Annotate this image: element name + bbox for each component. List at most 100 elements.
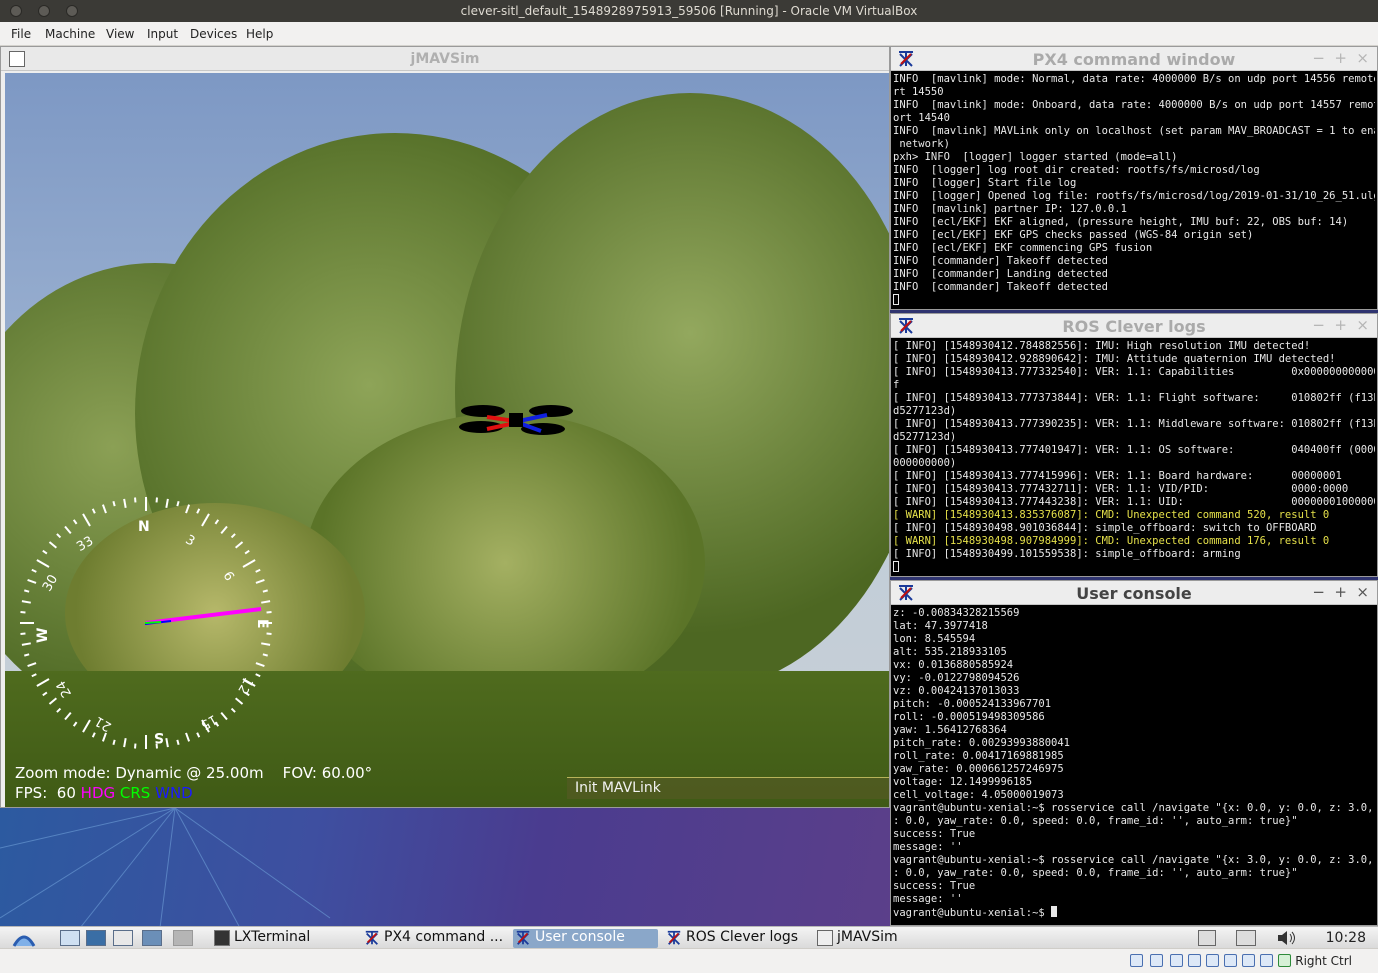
network-status-icon[interactable] <box>1236 930 1256 946</box>
desktop-switcher-icon[interactable] <box>142 930 162 946</box>
taskbar-clock[interactable]: 10:28 <box>1326 930 1366 946</box>
course-needle <box>144 621 162 624</box>
compass-tick <box>185 504 191 514</box>
optical-drive-icon[interactable] <box>1150 954 1163 967</box>
menu-file[interactable]: File <box>11 27 31 41</box>
compass-label-24: 24 <box>54 678 75 700</box>
network-adapter-icon[interactable] <box>1188 954 1201 967</box>
terminal-line: success: True <box>893 828 976 840</box>
host-menu-bar: File Machine View Input Devices Help <box>0 22 1378 46</box>
menu-devices[interactable]: Devices <box>190 27 237 41</box>
px4-close-button[interactable]: × <box>1356 49 1369 67</box>
terminal-line: [ WARN] [1548930413.835376087]: CMD: Une… <box>893 509 1330 521</box>
volume-icon[interactable] <box>1276 930 1298 946</box>
terminal-line: f <box>893 379 900 391</box>
tree-foliage <box>305 413 705 713</box>
terminal-cursor <box>893 561 899 572</box>
file-manager-icon[interactable] <box>60 930 80 946</box>
jmavsim-title: jMAVSim <box>410 51 480 67</box>
desktop-switcher-icon-2[interactable] <box>173 930 193 946</box>
compass-tick <box>255 568 261 573</box>
console-prompt-line[interactable]: vagrant@ubuntu-xenial:~$ <box>893 906 1375 920</box>
terminal-line: : 0.0, yaw_rate: 0.0, speed: 0.0, frame_… <box>893 815 1298 827</box>
console-close-button[interactable]: × <box>1356 583 1369 601</box>
compass-tick <box>176 739 180 745</box>
mavlink-status: Init MAVLink <box>567 777 889 799</box>
px4-maximize-button[interactable]: + <box>1334 49 1347 67</box>
task-ros-logs[interactable]: ROS Clever logs <box>664 929 809 948</box>
px4-terminal-output[interactable]: INFO [mavlink] mode: Normal, data rate: … <box>893 73 1375 307</box>
host-key-label: Right Ctrl <box>1295 954 1352 968</box>
video-capture-icon[interactable] <box>1260 954 1273 967</box>
zoom-fov-readout: Zoom mode: Dynamic @ 25.00m FOV: 60.00° <box>15 764 373 782</box>
compass-label-6: 6 <box>220 569 237 584</box>
px4-title-bar[interactable]: PX4 command window − + × <box>891 47 1377 71</box>
compass-label-30: 30 <box>40 572 61 594</box>
compass-tick <box>196 508 201 514</box>
menu-input[interactable]: Input <box>147 27 178 41</box>
menu-machine[interactable]: Machine <box>45 27 95 41</box>
usb-icon[interactable] <box>1206 954 1219 967</box>
ros-minimize-button[interactable]: − <box>1312 316 1325 334</box>
start-menu-icon[interactable] <box>12 928 36 948</box>
task-jmavsim[interactable]: jMAVSim <box>815 929 955 948</box>
ros-close-button[interactable]: × <box>1356 316 1369 334</box>
terminal-line: lon: 8.545594 <box>893 633 976 645</box>
px4-minimize-button[interactable]: − <box>1312 49 1325 67</box>
terminal-line: : 0.0, yaw_rate: 0.0, speed: 0.0, frame_… <box>893 867 1298 879</box>
shared-folders-icon[interactable] <box>1224 954 1237 967</box>
terminal-launcher-icon[interactable] <box>113 930 133 946</box>
terminal-line: vx: 0.0136880585924 <box>893 659 1014 671</box>
terminal-line: message: '' <box>893 841 963 853</box>
menu-view[interactable]: View <box>106 27 134 41</box>
compass-tick <box>112 501 116 507</box>
task-user-console[interactable]: User console <box>513 929 658 948</box>
hard-disk-icon[interactable] <box>1130 954 1143 967</box>
compass-tick <box>36 559 50 568</box>
terminal-line: alt: 535.218933105 <box>893 646 1007 658</box>
jmavsim-window[interactable]: jMAVSim E N 3 6 12 15 S 21 24 W 30 33 Zo… <box>0 46 890 808</box>
terminal-line: pitch: -0.000524133967701 <box>893 698 1052 710</box>
menu-help[interactable]: Help <box>246 27 273 41</box>
console-minimize-button[interactable]: − <box>1312 583 1325 601</box>
simulation-viewport[interactable]: E N 3 6 12 15 S 21 24 W 30 33 Zoom mode:… <box>5 73 889 807</box>
console-title-bar[interactable]: User console − + × <box>891 581 1377 605</box>
compass-tick <box>72 519 78 525</box>
console-terminal-output[interactable]: z: -0.00834328215569 lat: 47.3977418 lon: … <box>893 607 1375 923</box>
ros-logs-window[interactable]: ROS Clever logs − + × [ INFO] [154893041… <box>890 313 1378 577</box>
terminal-line: [ INFO] [1548930413.777373844]: VER: 1.1… <box>893 392 1375 404</box>
terminal-line: vy: -0.0122798094526 <box>893 672 1020 684</box>
terminal-line: roll: -0.000519498309586 <box>893 711 1045 723</box>
ros-terminal-output[interactable]: [ INFO] [1548930412.784882556]: IMU: Hig… <box>893 340 1375 574</box>
compass-tick <box>56 707 62 713</box>
drone-model <box>459 405 573 435</box>
compass-tick <box>27 662 37 668</box>
battery-icon[interactable] <box>1198 930 1216 946</box>
jmavsim-title-bar[interactable]: jMAVSim <box>1 47 889 71</box>
terminal-line: d5277123d) <box>893 431 957 443</box>
host-window-title: clever-sitl_default_1548928975913_59506 … <box>460 4 918 18</box>
audio-icon[interactable] <box>1170 954 1183 967</box>
terminal-line: yaw: 1.56412768364 <box>893 724 1007 736</box>
terminal-line: INFO [ecl/EKF] EKF GPS checks passed (WG… <box>893 229 1254 241</box>
compass-tick <box>42 691 48 697</box>
terminal-line: pitch_rate: 0.00293993880041 <box>893 737 1071 749</box>
px4-command-window[interactable]: PX4 command window − + × INFO [mavlink] … <box>890 46 1378 310</box>
legend-wnd: WND <box>155 784 193 802</box>
task-px4-command[interactable]: PX4 command ... <box>362 929 507 948</box>
console-title: User console <box>1076 584 1192 603</box>
display-icon[interactable] <box>1242 954 1255 967</box>
user-console-window[interactable]: User console − + × z: -0.00834328215569 l… <box>890 580 1378 926</box>
host-key-indicator-icon[interactable] <box>1278 954 1291 967</box>
terminal-line: vagrant@ubuntu-xenial:~$ rosservice call… <box>893 802 1375 814</box>
compass-tick <box>42 549 48 555</box>
network-icon[interactable] <box>86 930 106 946</box>
task-lxterminal[interactable]: LXTerminal <box>212 929 352 948</box>
compass-tick <box>64 525 72 535</box>
console-maximize-button[interactable]: + <box>1334 583 1347 601</box>
ros-maximize-button[interactable]: + <box>1334 316 1347 334</box>
task-label: ROS Clever logs <box>686 929 799 945</box>
terminal-line: INFO [ecl/EKF] EKF commencing GPS fusion <box>893 242 1153 254</box>
compass-tick <box>56 533 62 539</box>
ros-title-bar[interactable]: ROS Clever logs − + × <box>891 314 1377 338</box>
